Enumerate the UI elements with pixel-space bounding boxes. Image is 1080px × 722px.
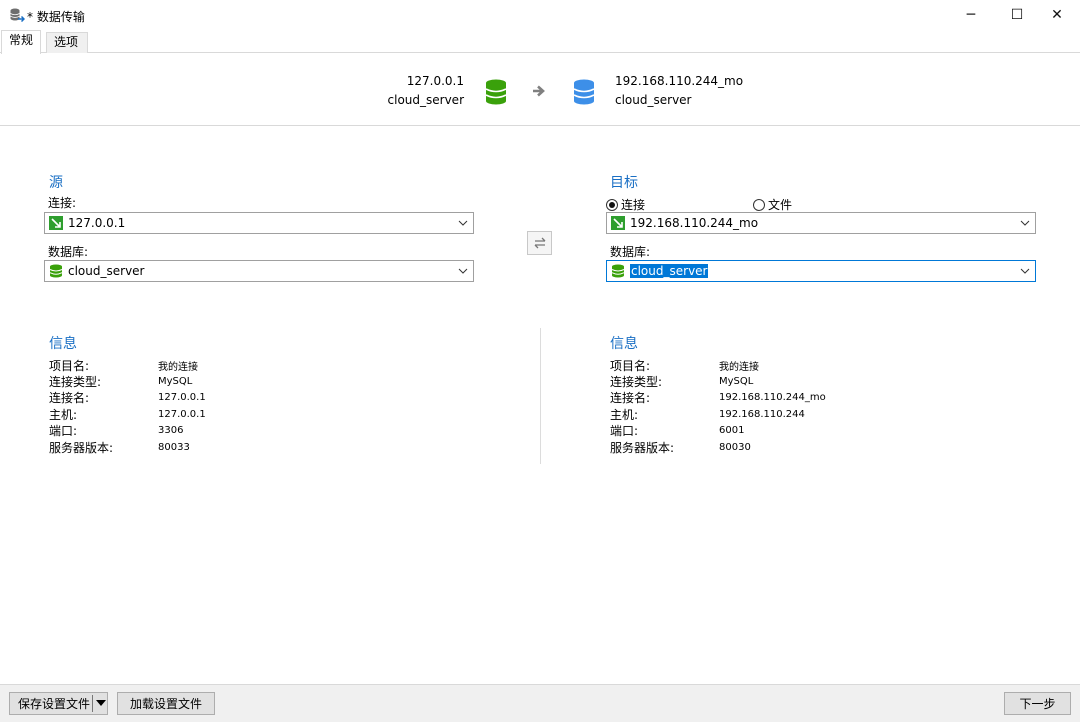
chevron-down-icon (458, 268, 468, 274)
save-settings-button[interactable]: 保存设置文件 (9, 692, 108, 715)
footer-bar: 保存设置文件 加载设置文件 下一步 (0, 684, 1080, 722)
info-value: 127.0.0.1 (158, 408, 206, 420)
radio-file-label: 文件 (768, 198, 793, 212)
info-key: 连接类型: (610, 375, 663, 390)
tab-options[interactable]: 选项 (46, 32, 88, 53)
source-info-table: 项目名: 我的连接 连接类型: MySQL 连接名: 127.0.0.1 主机: 127… (49, 357, 206, 455)
target-info-title: 信息 (610, 336, 638, 352)
info-row: 服务器版本: 80030 (610, 439, 826, 455)
info-key: 端口: (49, 424, 78, 439)
info-key: 端口: (610, 424, 639, 439)
minimize-button[interactable]: ─ (948, 0, 994, 30)
info-value: MySQL (719, 376, 754, 388)
info-value: 192.168.110.244_mo (719, 392, 826, 404)
info-key: 连接名: (610, 391, 651, 406)
target-database-select[interactable]: cloud_server (606, 260, 1036, 282)
header-target-database: cloud_server (615, 93, 692, 107)
source-connection-label: 连接: (48, 196, 77, 210)
info-value: 127.0.0.1 (158, 392, 206, 404)
split-divider (92, 695, 93, 712)
maximize-icon: ☐ (1010, 7, 1024, 23)
target-info-table: 项目名: 我的连接 连接类型: MySQL 连接名: 192.168.110.244_… (610, 357, 826, 455)
minimize-icon: ─ (966, 7, 976, 23)
target-database-value: cloud_server (630, 264, 709, 278)
info-row: 项目名: 我的连接 (610, 357, 826, 373)
chevron-down-icon (1020, 220, 1030, 226)
info-value: 192.168.110.244 (719, 408, 805, 420)
dropdown-arrow-icon[interactable] (96, 700, 106, 706)
info-value: 我的连接 (719, 361, 759, 373)
source-info-title: 信息 (49, 336, 77, 352)
info-row: 主机: 127.0.0.1 (49, 406, 206, 422)
radio-target-file[interactable]: 文件 (753, 196, 792, 213)
source-database-label: 数据库: (48, 245, 89, 259)
close-icon: ✕ (1051, 7, 1063, 23)
source-connection-value: 127.0.0.1 (68, 216, 126, 230)
target-connection-value: 192.168.110.244_mo (630, 216, 759, 230)
info-row: 连接类型: MySQL (49, 373, 206, 389)
info-row: 主机: 192.168.110.244 (610, 406, 826, 422)
mysql-connection-icon (611, 216, 625, 230)
info-key: 项目名: (610, 358, 651, 373)
info-key: 服务器版本: (49, 440, 114, 455)
info-row: 服务器版本: 80033 (49, 439, 206, 455)
radio-unchecked-icon (753, 198, 765, 211)
title-bar: * 数据传输 ─ ☐ ✕ (0, 0, 1080, 30)
info-key: 项目名: (49, 358, 90, 373)
radio-connection-label: 连接 (621, 198, 646, 212)
info-value: 6001 (719, 425, 745, 437)
header-source-info: 127.0.0.1 cloud_server (388, 72, 464, 110)
database-icon (49, 264, 63, 278)
source-section-title: 源 (49, 175, 63, 191)
info-key: 主机: (49, 407, 78, 422)
info-divider (540, 328, 541, 464)
info-key: 连接名: (49, 391, 90, 406)
target-section-title: 目标 (610, 175, 638, 191)
window-title: * 数据传输 (27, 10, 85, 24)
source-connection-select[interactable]: 127.0.0.1 (44, 212, 474, 234)
header-source-database: cloud_server (387, 93, 464, 107)
info-key: 主机: (610, 407, 639, 422)
info-value: 80030 (719, 441, 751, 453)
next-button[interactable]: 下一步 (1004, 692, 1071, 715)
transfer-summary-header: 127.0.0.1 cloud_server 192.168.110.244_m… (0, 53, 1080, 126)
info-value: 80033 (158, 441, 190, 453)
info-value: 我的连接 (158, 361, 198, 373)
info-value: MySQL (158, 376, 193, 388)
database-blue-icon (573, 79, 595, 105)
swap-arrows-icon (534, 237, 545, 249)
info-row: 端口: 3306 (49, 423, 206, 439)
radio-target-connection[interactable]: 连接 (606, 196, 645, 213)
swap-button[interactable] (527, 231, 552, 255)
info-value: 3306 (158, 425, 184, 437)
chevron-down-icon (1020, 268, 1030, 274)
database-green-icon (485, 79, 507, 105)
header-source-host: 127.0.0.1 (406, 74, 464, 88)
info-row: 连接名: 127.0.0.1 (49, 390, 206, 406)
tab-general[interactable]: 常规 (1, 30, 42, 54)
header-target-host: 192.168.110.244_mo (615, 74, 744, 88)
tab-strip: 常规 选项 (0, 30, 1080, 54)
info-key: 服务器版本: (610, 440, 675, 455)
database-icon (611, 264, 625, 278)
close-button[interactable]: ✕ (1034, 0, 1080, 30)
source-database-value: cloud_server (68, 264, 145, 278)
info-row: 项目名: 我的连接 (49, 357, 206, 373)
target-database-label: 数据库: (610, 245, 651, 259)
arrow-right-icon (533, 85, 545, 97)
info-key: 连接类型: (49, 375, 102, 390)
source-database-select[interactable]: cloud_server (44, 260, 474, 282)
mysql-connection-icon (49, 216, 63, 230)
info-row: 端口: 6001 (610, 423, 826, 439)
info-row: 连接类型: MySQL (610, 373, 826, 389)
data-transfer-app-icon (10, 8, 25, 23)
info-row: 连接名: 192.168.110.244_mo (610, 390, 826, 406)
radio-checked-icon (606, 198, 618, 211)
target-connection-select[interactable]: 192.168.110.244_mo (606, 212, 1036, 234)
chevron-down-icon (458, 220, 468, 226)
save-settings-label: 保存设置文件 (18, 697, 91, 711)
header-target-info: 192.168.110.244_mo cloud_server (615, 72, 743, 110)
load-settings-button[interactable]: 加载设置文件 (117, 692, 215, 715)
